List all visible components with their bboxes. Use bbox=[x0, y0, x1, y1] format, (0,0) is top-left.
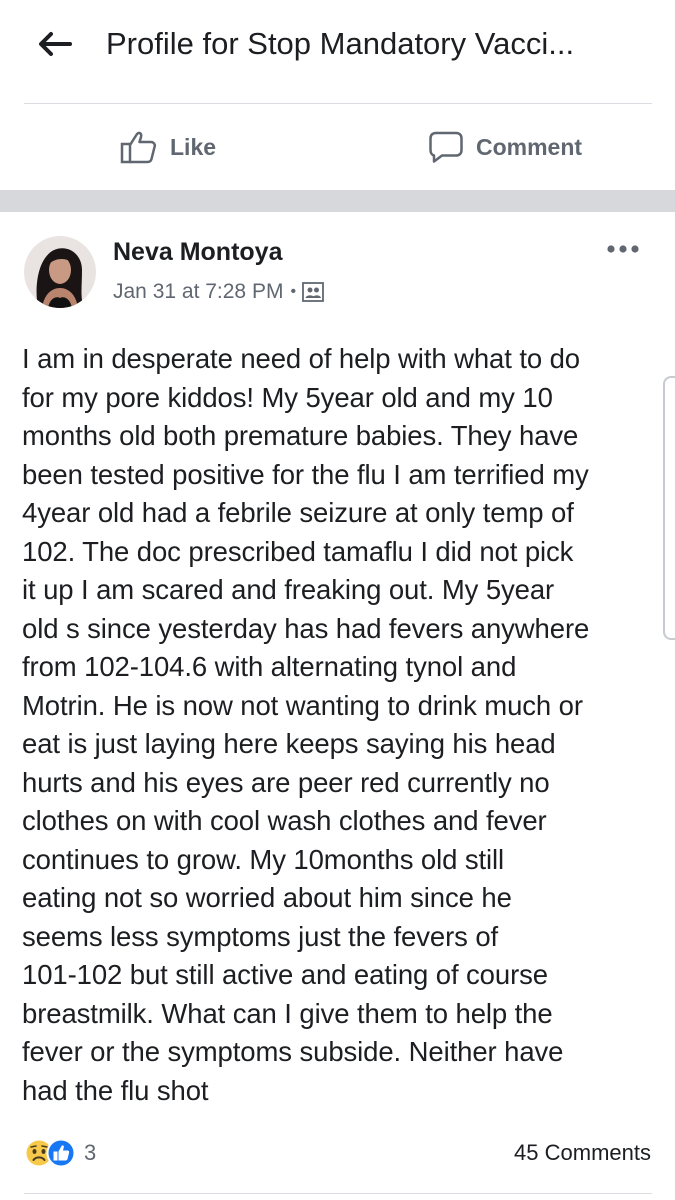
post-line: fever or the symptoms subside. Neither h… bbox=[22, 1036, 564, 1067]
post-line: been tested positive for the flu I am te… bbox=[22, 458, 589, 490]
post-line: Motrin. He is now not wanting to drink m… bbox=[22, 689, 583, 721]
meta-separator: • bbox=[290, 283, 297, 300]
post-line: for my pore kiddos! My 5year old and my … bbox=[22, 381, 553, 413]
post-line: seems less symptoms just the fevers of bbox=[22, 920, 499, 952]
comments-count[interactable]: 45 Comments bbox=[514, 1140, 651, 1166]
post-line: 102. The doc prescribed tamaflu I did no… bbox=[22, 535, 574, 567]
thumbs-up-icon bbox=[120, 131, 157, 164]
footer-divider bbox=[24, 1193, 652, 1194]
friends-icon bbox=[302, 282, 324, 302]
profile-photo bbox=[24, 236, 96, 308]
post-timestamp[interactable]: Jan 31 at 7:28 PM bbox=[113, 280, 283, 304]
top-bar: Profile for Stop Mandatory Vacci... bbox=[0, 0, 675, 92]
post-line: 101-102 but still active and eating of c… bbox=[22, 959, 548, 990]
comment-bubble-icon bbox=[429, 131, 463, 163]
more-dots-icon[interactable] bbox=[606, 244, 640, 254]
post-line: months old both premature babies. They h… bbox=[22, 420, 579, 451]
post-line: hurts and his eyes are peer red currentl… bbox=[22, 766, 550, 798]
post-line: continues to grow. My 10months old still bbox=[22, 843, 505, 875]
comment-button[interactable]: Comment bbox=[428, 130, 582, 164]
post-line: it up I am scared and freaking out. My 5… bbox=[22, 574, 555, 605]
like-label: Like bbox=[170, 133, 217, 160]
avatar[interactable] bbox=[24, 236, 96, 308]
post-line: breastmilk. What can I give them to help… bbox=[22, 997, 553, 1029]
page-title: Profile for Stop Mandatory Vacci... bbox=[106, 26, 575, 61]
post-line: clothes on with cool wash clothes and fe… bbox=[22, 805, 547, 836]
comment-label: Comment bbox=[476, 133, 583, 160]
action-bar: Like Comment bbox=[0, 104, 675, 190]
post-line: I am in desperate need of help with what… bbox=[22, 343, 580, 374]
post-body: I am in desperate need of help with what… bbox=[22, 340, 662, 1110]
post-line: 4year old had a febrile seizure at only … bbox=[22, 497, 574, 528]
reactions-summary[interactable]: 3 bbox=[24, 1138, 96, 1168]
like-button[interactable]: Like bbox=[120, 130, 216, 164]
scrollbar[interactable] bbox=[663, 376, 675, 640]
like-reaction-icon bbox=[46, 1138, 76, 1168]
post-line: had the flu shot bbox=[22, 1074, 209, 1106]
post-line: eating not so worried about him since he bbox=[22, 882, 512, 913]
post-meta: Jan 31 at 7:28 PM • bbox=[113, 280, 324, 304]
post-line: from 102-104.6 with alternating tynol an… bbox=[22, 651, 517, 682]
back-arrow-icon[interactable] bbox=[36, 30, 72, 58]
post-line: eat is just laying here keeps saying his… bbox=[22, 728, 556, 759]
reaction-count: 3 bbox=[84, 1140, 97, 1165]
author-name[interactable]: Neva Montoya bbox=[113, 238, 282, 267]
post-line: old s since yesterday has had fevers any… bbox=[22, 612, 590, 644]
section-separator bbox=[0, 190, 675, 212]
